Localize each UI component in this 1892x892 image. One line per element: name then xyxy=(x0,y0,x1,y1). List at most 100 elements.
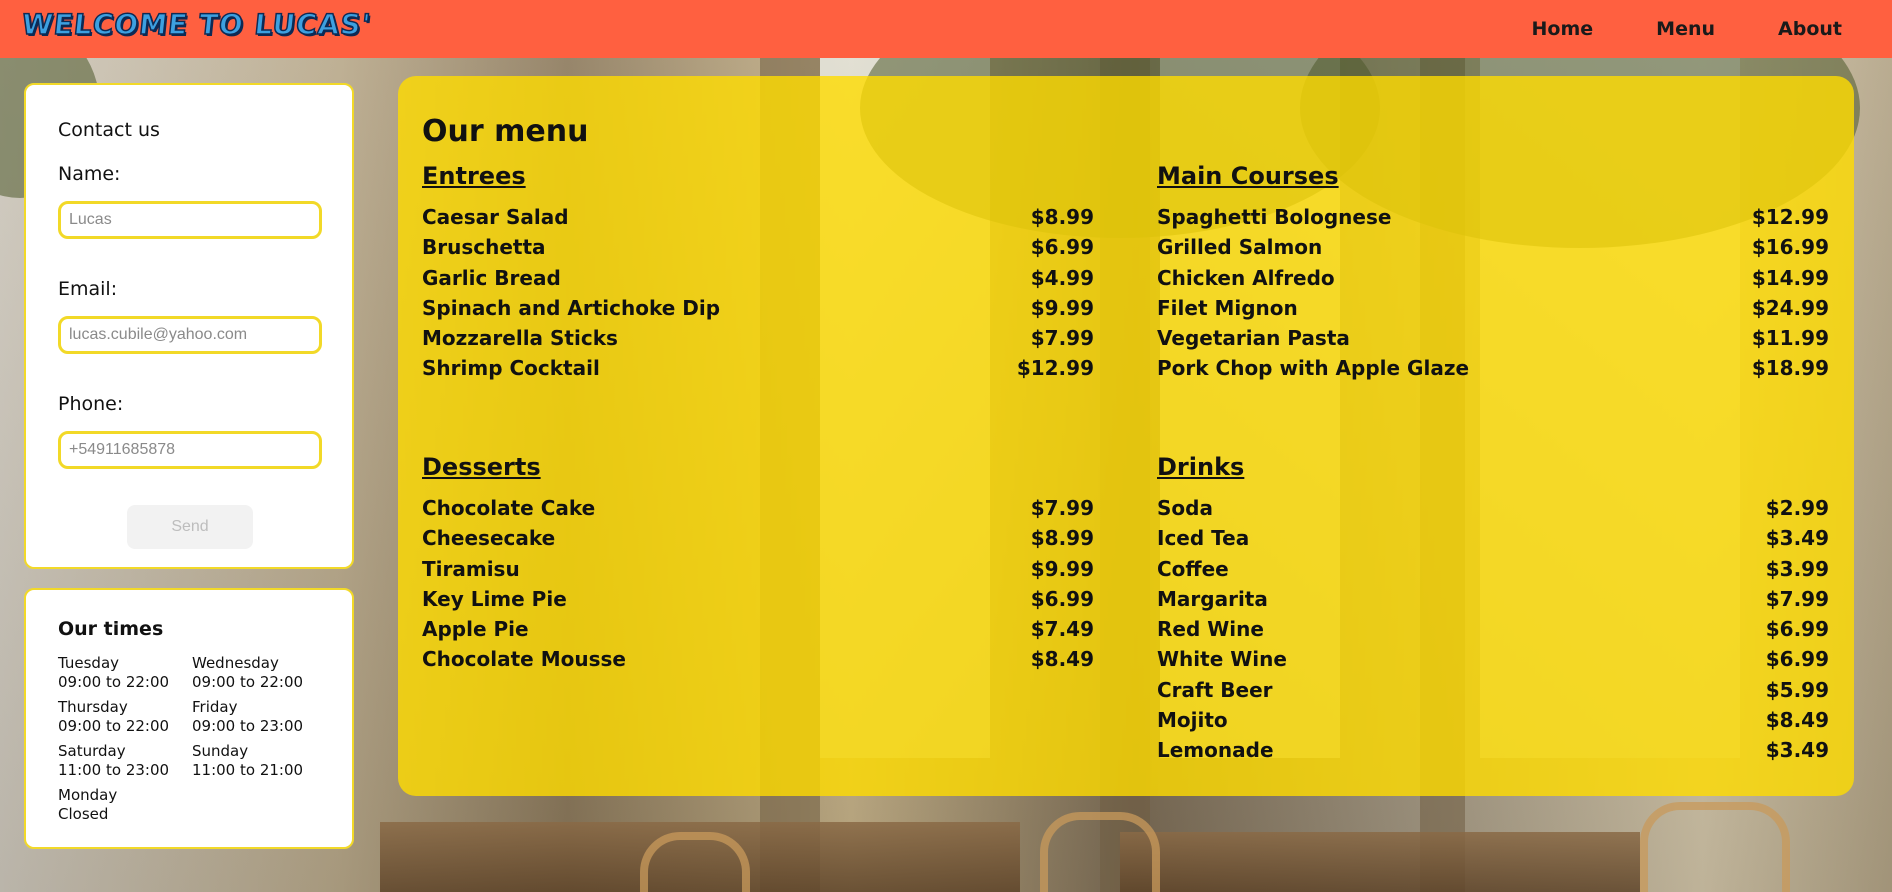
menu-item-price: $6.99 xyxy=(1765,617,1829,642)
menu-item-name: Chocolate Cake xyxy=(422,496,596,520)
times-title: Our times xyxy=(58,618,164,640)
menu-section-entrees: Entrees Caesar Salad $8.99 Bruschetta $6.99 G… xyxy=(422,162,1094,384)
top-navigation-bar: WELCOME TO LUCAS' Home Menu About xyxy=(0,0,1892,58)
times-day: Sunday xyxy=(192,742,249,760)
phone-label: Phone: xyxy=(58,393,124,415)
times-day: Tuesday xyxy=(58,654,120,672)
menu-item-name: Mozzarella Sticks xyxy=(422,326,618,351)
menu-item-name: Lemonade xyxy=(1157,738,1274,763)
menu-item-price: $3.49 xyxy=(1765,738,1829,763)
name-label: Name: xyxy=(58,163,121,185)
menu-item-price: $8.99 xyxy=(1030,205,1094,229)
nav-menu-link[interactable]: Menu xyxy=(1656,18,1715,40)
menu-item-price: $3.49 xyxy=(1765,526,1829,551)
menu-item-name: Shrimp Cocktail xyxy=(422,356,600,381)
times-hours: 09:00 to 22:00 xyxy=(58,717,170,735)
phone-input[interactable] xyxy=(58,431,322,469)
menu-item-price: $8.49 xyxy=(1765,708,1829,733)
menu-item-row: Spaghetti Bolognese $12.99 xyxy=(1157,202,1829,232)
menu-item-row: Lemonade $3.49 xyxy=(1157,735,1829,765)
times-entry: Monday Closed xyxy=(58,786,192,824)
menu-item-row: Tiramisu $9.99 xyxy=(422,554,1094,584)
menu-item-price: $8.99 xyxy=(1030,526,1094,551)
menu-item-price: $6.99 xyxy=(1030,586,1094,611)
times-day: Saturday xyxy=(58,742,126,760)
menu-item-name: Caesar Salad xyxy=(422,205,569,229)
menu-item-name: Spaghetti Bolognese xyxy=(1157,205,1392,229)
nav-about-link[interactable]: About xyxy=(1778,18,1842,40)
menu-item-price: $16.99 xyxy=(1751,235,1829,260)
menu-item-price: $9.99 xyxy=(1030,556,1094,581)
menu-item-row: Grilled Salmon $16.99 xyxy=(1157,232,1829,262)
menu-item-name: Chocolate Mousse xyxy=(422,647,626,672)
menu-item-name: Apple Pie xyxy=(422,617,529,642)
menu-item-price: $2.99 xyxy=(1765,496,1829,520)
menu-item-name: Pork Chop with Apple Glaze xyxy=(1157,356,1470,381)
menu-item-row: White Wine $6.99 xyxy=(1157,644,1829,674)
menu-item-row: Chocolate Mousse $8.49 xyxy=(422,644,1094,674)
menu-item-name: Chicken Alfredo xyxy=(1157,265,1335,290)
menu-item-row: Bruschetta $6.99 xyxy=(422,232,1094,262)
menu-item-name: Vegetarian Pasta xyxy=(1157,326,1350,351)
menu-item-row: Spinach and Artichoke Dip $9.99 xyxy=(422,293,1094,323)
menu-item-name: Soda xyxy=(1157,496,1213,520)
menu-item-name: Cheesecake xyxy=(422,526,556,551)
menu-item-name: Mojito xyxy=(1157,708,1228,733)
menu-item-name: White Wine xyxy=(1157,647,1287,672)
menu-item-row: Caesar Salad $8.99 xyxy=(422,202,1094,232)
menu-item-name: Garlic Bread xyxy=(422,265,561,290)
times-hours: 09:00 to 22:00 xyxy=(58,673,170,691)
site-logo[interactable]: WELCOME TO LUCAS' xyxy=(20,7,374,42)
send-button[interactable]: Send xyxy=(127,505,253,549)
times-entry: Saturday 11:00 to 23:00 xyxy=(58,742,192,780)
menu-item-name: Key Lime Pie xyxy=(422,586,567,611)
times-hours: 11:00 to 21:00 xyxy=(192,761,304,779)
menu-item-row: Mojito $8.49 xyxy=(1157,705,1829,735)
menu-item-name: Iced Tea xyxy=(1157,526,1250,551)
times-entry: Thursday 09:00 to 22:00 xyxy=(58,698,192,736)
menu-item-name: Bruschetta xyxy=(422,235,546,260)
menu-item-price: $8.49 xyxy=(1030,647,1094,672)
menu-item-row: Craft Beer $5.99 xyxy=(1157,675,1829,705)
menu-section-heading: Desserts xyxy=(422,453,541,481)
menu-section-drinks: Drinks Soda $2.99 Iced Tea $3.49 Coffee $3.99 M… xyxy=(1157,453,1829,766)
menu-item-name: Red Wine xyxy=(1157,617,1264,642)
times-entry: Sunday 11:00 to 21:00 xyxy=(192,742,326,780)
menu-item-row: Red Wine $6.99 xyxy=(1157,614,1829,644)
menu-item-name: Coffee xyxy=(1157,556,1229,581)
menu-item-row: Coffee $3.99 xyxy=(1157,554,1829,584)
times-entry: Tuesday 09:00 to 22:00 xyxy=(58,654,192,692)
menu-item-price: $6.99 xyxy=(1030,235,1094,260)
menu-item-price: $12.99 xyxy=(1016,356,1094,381)
main-nav: Home Menu About xyxy=(1532,0,1842,58)
menu-item-price: $18.99 xyxy=(1751,356,1829,381)
times-day: Thursday xyxy=(58,698,128,716)
menu-section-desserts: Desserts Chocolate Cake $7.99 Cheesecake $8.… xyxy=(422,453,1094,675)
menu-item-price: $3.99 xyxy=(1765,556,1829,581)
menu-item-price: $7.49 xyxy=(1030,617,1094,642)
times-grid: Tuesday 09:00 to 22:00 Wednesday 09:00 to 2… xyxy=(58,654,328,824)
menu-item-price: $11.99 xyxy=(1751,326,1829,351)
menu-item-price: $6.99 xyxy=(1765,647,1829,672)
menu-item-row: Filet Mignon $24.99 xyxy=(1157,293,1829,323)
menu-item-row: Mozzarella Sticks $7.99 xyxy=(422,323,1094,353)
menu-item-name: Spinach and Artichoke Dip xyxy=(422,295,721,320)
times-day: Monday xyxy=(58,786,118,804)
menu-item-price: $7.99 xyxy=(1030,326,1094,351)
nav-home-link[interactable]: Home xyxy=(1532,18,1594,40)
menu-item-row: Apple Pie $7.49 xyxy=(422,614,1094,644)
times-hours: Closed xyxy=(58,805,109,823)
menu-item-price: $9.99 xyxy=(1030,295,1094,320)
name-input[interactable] xyxy=(58,201,322,239)
menu-item-row: Chicken Alfredo $14.99 xyxy=(1157,263,1829,293)
contact-title: Contact us xyxy=(58,119,160,141)
menu-title: Our menu xyxy=(422,114,589,149)
menu-item-price: $7.99 xyxy=(1030,496,1094,520)
email-label: Email: xyxy=(58,278,118,300)
menu-item-row: Key Lime Pie $6.99 xyxy=(422,584,1094,614)
menu-item-price: $24.99 xyxy=(1751,295,1829,320)
menu-section-heading: Drinks xyxy=(1157,453,1245,481)
email-input[interactable] xyxy=(58,316,322,354)
menu-item-name: Filet Mignon xyxy=(1157,295,1298,320)
times-hours: 11:00 to 23:00 xyxy=(58,761,170,779)
